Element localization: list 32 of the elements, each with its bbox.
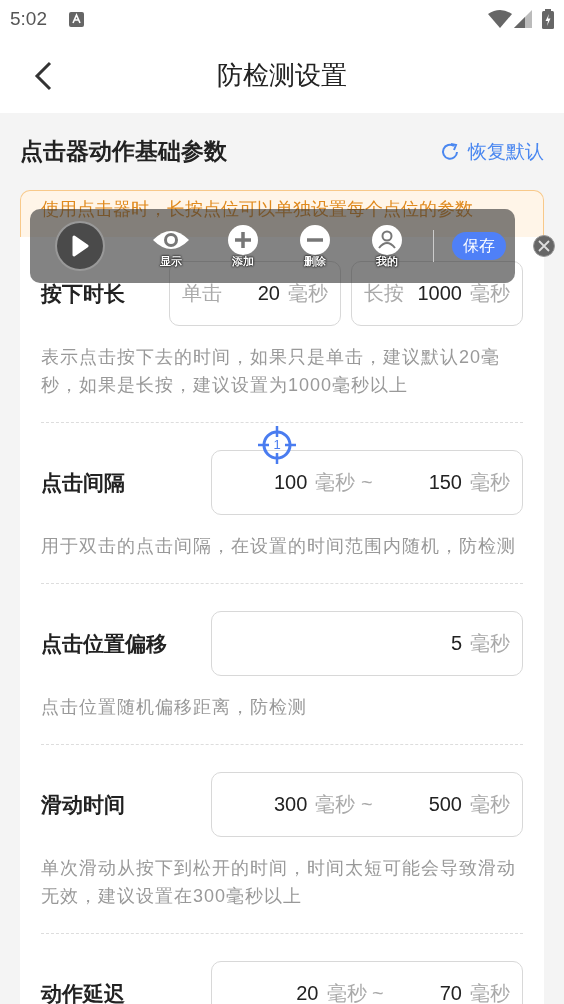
status-time: 5:02 (10, 8, 47, 30)
field-value: 20 (296, 982, 319, 1004)
unit-label: 毫秒 (470, 281, 510, 306)
setting-label: 点击位置偏移 (41, 630, 168, 657)
setting-label: 点击间隔 (41, 469, 126, 496)
field-value: 100 (274, 471, 308, 494)
section-title: 点击器动作基础参数 (20, 137, 227, 166)
field-value: 300 (274, 793, 308, 816)
unit-label: 毫秒 (470, 981, 510, 1004)
field-value: 70 (439, 982, 462, 1004)
setting-description: 用于双击的点击间隔，在设置的时间范围内随机，防检测 (41, 535, 517, 558)
unit-label: 毫秒 ~ (326, 981, 384, 1004)
setting-label: 滑动时间 (41, 791, 126, 818)
setting-description: 点击位置随机偏移距离，防检测 (41, 696, 308, 719)
field-value: 500 (428, 793, 462, 816)
unit-label: 毫秒 ~ (315, 792, 373, 817)
setting-description: 表示点击按下去的时间，如果只是单击，建议默认20毫秒，如果是长按，建议设置为1000毫秒以上 (41, 346, 502, 397)
unit-label: 毫秒 ~ (315, 470, 373, 495)
page-title: 防检测设置 (217, 59, 347, 92)
field-value: 150 (428, 471, 462, 494)
field-value: 5 (450, 632, 462, 655)
unit-label: 毫秒 (470, 631, 510, 656)
setting-label: 按下时长 (41, 280, 126, 307)
unit-label: 毫秒 (470, 792, 510, 817)
field-label: 长按 (364, 281, 404, 306)
unit-label: 毫秒 (288, 281, 328, 306)
field-value: 1000 (417, 282, 462, 305)
setting-label: 动作延迟 (41, 980, 126, 1004)
setting-description: 单次滑动从按下到松开的时间，时间太短可能会导致滑动无效，建议设置在300毫秒以上 (41, 857, 517, 908)
field-label: 单击 (182, 281, 222, 306)
unit-label: 毫秒 (470, 470, 510, 495)
field-value: 20 (257, 282, 280, 305)
